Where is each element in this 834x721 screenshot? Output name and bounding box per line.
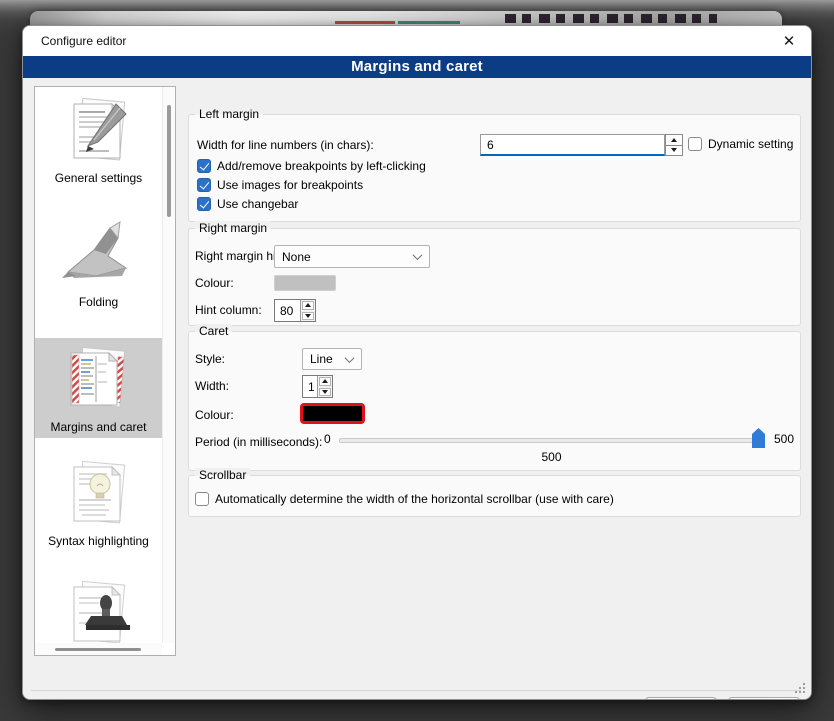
group-caret: Caret Style: Line Width: 1 Colour: Perio… xyxy=(188,331,801,471)
group-right-margin: Right margin Right margin hint: None Col… xyxy=(188,228,801,326)
group-title: Right margin xyxy=(195,221,271,235)
ok-button[interactable]: OK xyxy=(645,697,717,700)
footer-divider xyxy=(31,690,801,691)
period-slider-handle[interactable] xyxy=(752,428,765,448)
caret-colour-button[interactable] xyxy=(300,403,365,424)
sidebar-vertical-scroll-thumb[interactable] xyxy=(167,105,171,217)
spin-up-icon[interactable] xyxy=(319,377,331,386)
sidebar-item-partial[interactable] xyxy=(35,575,162,643)
sidebar-item-margins-and-caret[interactable]: Margins and caret xyxy=(35,338,162,438)
sidebar-vertical-scrollbar[interactable] xyxy=(162,87,175,643)
spin-down-icon[interactable] xyxy=(319,388,331,397)
checkbox-label: Use images for breakpoints xyxy=(217,178,363,192)
caret-period-label: Period (in milliseconds): xyxy=(195,435,322,449)
spin-down-icon[interactable] xyxy=(666,145,682,156)
width-line-numbers-label: Width for line numbers (in chars): xyxy=(197,138,374,152)
title-bar: Configure editor ✕ xyxy=(23,26,811,56)
group-title: Left margin xyxy=(195,107,263,121)
category-list: General settings Folding xyxy=(34,86,176,656)
group-scrollbar: Scrollbar Automatically determine the wi… xyxy=(188,475,801,517)
dynamic-setting-label: Dynamic setting xyxy=(708,137,793,151)
breakpoints-left-click-checkbox[interactable]: Add/remove breakpoints by left-clicking xyxy=(197,159,426,173)
caret-width-stepper[interactable]: 1 xyxy=(302,375,333,398)
document-stamp-icon xyxy=(59,575,139,643)
sidebar-item-folding[interactable]: Folding xyxy=(35,216,162,309)
group-title: Scrollbar xyxy=(195,468,250,482)
spin-down-icon[interactable] xyxy=(302,312,314,321)
category-items: General settings Folding xyxy=(35,87,162,643)
hint-column-label: Hint column: xyxy=(195,303,262,317)
parent-red-bar xyxy=(335,21,395,24)
striped-document-icon xyxy=(59,341,139,419)
period-min-label: 0 xyxy=(324,432,331,446)
period-max-label: 500 xyxy=(774,432,794,446)
caret-width-label: Width: xyxy=(195,379,229,393)
cancel-button[interactable]: Cancel xyxy=(728,697,800,700)
checkbox-checked-icon[interactable] xyxy=(197,197,211,211)
sidebar-item-label: Folding xyxy=(35,295,162,309)
checkbox-label: Use changebar xyxy=(217,197,298,211)
document-bulb-icon xyxy=(59,455,139,533)
caret-style-select[interactable]: Line xyxy=(302,348,362,370)
origami-icon xyxy=(59,216,139,294)
selected-value: None xyxy=(282,250,311,264)
dialog-content: General settings Folding xyxy=(23,78,811,699)
page-title: Margins and caret xyxy=(23,56,811,78)
sidebar-item-general-settings[interactable]: General settings xyxy=(35,92,162,185)
checkbox-checked-icon[interactable] xyxy=(197,178,211,192)
selected-value: Line xyxy=(310,352,333,366)
period-slider-track[interactable] xyxy=(339,438,764,443)
resize-grip[interactable] xyxy=(803,691,805,693)
window-title: Configure editor xyxy=(41,34,126,48)
checkbox-label: Automatically determine the width of the… xyxy=(215,492,614,506)
checkbox-unchecked-icon[interactable] xyxy=(195,492,209,506)
hint-column-value: 80 xyxy=(275,300,300,321)
sidebar-item-label: Syntax highlighting xyxy=(35,534,162,548)
dynamic-setting-checkbox[interactable]: Dynamic setting xyxy=(688,137,793,151)
sidebar-item-syntax-highlighting[interactable]: Syntax highlighting xyxy=(35,455,162,548)
parent-window-edge xyxy=(30,11,782,26)
chevron-down-icon xyxy=(413,250,423,260)
configure-editor-dialog: Configure editor ✕ Margins and caret xyxy=(22,25,812,700)
sidebar-horizontal-scroll-thumb[interactable] xyxy=(55,648,141,651)
caret-colour-label: Colour: xyxy=(195,408,234,422)
right-margin-colour-button[interactable] xyxy=(274,275,336,291)
period-current-value: 500 xyxy=(339,450,764,464)
parent-teal-bar xyxy=(398,21,460,24)
width-line-numbers-stepper[interactable] xyxy=(665,134,683,156)
spin-up-icon[interactable] xyxy=(302,301,314,310)
hint-column-stepper[interactable]: 80 xyxy=(274,299,316,322)
checkbox-label: Add/remove breakpoints by left-clicking xyxy=(217,159,426,173)
sidebar-horizontal-scrollbar[interactable] xyxy=(35,643,162,655)
caret-width-value: 1 xyxy=(303,376,317,397)
checkbox-unchecked-icon[interactable] xyxy=(688,137,702,151)
sidebar-item-label: General settings xyxy=(35,171,162,185)
sidebar-item-label: Margins and caret xyxy=(35,420,162,434)
chevron-down-icon xyxy=(345,353,355,363)
caret-style-label: Style: xyxy=(195,352,225,366)
width-line-numbers-input[interactable] xyxy=(480,134,665,156)
images-for-breakpoints-checkbox[interactable]: Use images for breakpoints xyxy=(197,178,363,192)
group-title: Caret xyxy=(195,324,232,338)
group-left-margin: Left margin Width for line numbers (in c… xyxy=(188,114,801,222)
right-margin-hint-select[interactable]: None xyxy=(274,245,430,268)
use-changebar-checkbox[interactable]: Use changebar xyxy=(197,197,298,211)
checkbox-checked-icon[interactable] xyxy=(197,159,211,173)
close-icon[interactable]: ✕ xyxy=(776,29,802,53)
auto-scrollbar-width-checkbox[interactable]: Automatically determine the width of the… xyxy=(195,492,614,506)
spin-up-icon[interactable] xyxy=(666,135,682,145)
colour-label: Colour: xyxy=(195,276,234,290)
clipped-parent-text xyxy=(505,14,717,23)
document-pencil-icon xyxy=(59,92,139,170)
